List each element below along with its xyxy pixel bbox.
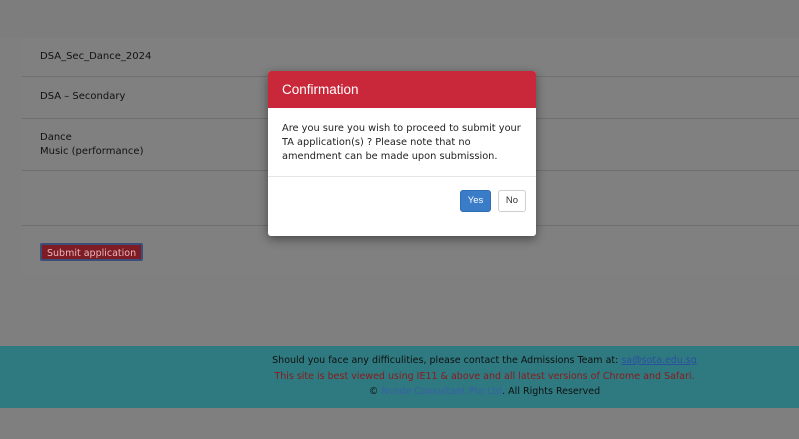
modal-body: Are you sure you wish to proceed to subm… [268, 108, 536, 177]
footer: Should you face any difficulities, pleas… [0, 346, 799, 408]
modal-message-line: TA application(s) ? Please note that no [282, 137, 471, 148]
contact-email-link[interactable]: sa@sota.edu.sg [621, 355, 697, 366]
page: DSA_Sec_Dance_2024 DSA – Secondary Dance… [0, 0, 799, 439]
top-band [0, 0, 799, 38]
browser-notice: This site is best viewed using IE11 & ab… [274, 371, 695, 382]
footer-contact-text: Should you face any difficulities, pleas… [272, 355, 622, 366]
no-button[interactable]: No [498, 190, 526, 212]
modal-message-line: Are you sure you wish to proceed to subm… [282, 123, 521, 134]
talent-area-item: Dance [40, 132, 72, 143]
modal-footer: Yes No [268, 177, 536, 235]
confirmation-modal: Confirmation Are you sure you wish to pr… [268, 71, 536, 236]
spacer [0, 274, 799, 346]
footer-copyright-line: © Ncode Consultant Pte Ltd. All Rights R… [0, 385, 799, 399]
modal-message-line: amendment can be made upon submission. [282, 151, 498, 162]
modal-title: Confirmation [268, 71, 536, 108]
scheme-code-value: DSA_Sec_Dance_2024 [40, 51, 152, 62]
submit-application-button[interactable]: Submit application [40, 243, 144, 261]
footer-contact-line: Should you face any difficulities, pleas… [0, 354, 799, 368]
rights-text: . All Rights Reserved [502, 386, 601, 397]
bottom-band [0, 408, 799, 439]
scheme-type-value: DSA – Secondary [40, 91, 126, 102]
yes-button[interactable]: Yes [460, 190, 491, 212]
company-name: Ncode Consultant Pte Ltd [381, 386, 503, 397]
talent-area-item: Music (performance) [40, 146, 144, 157]
copyright-symbol: © [368, 386, 379, 397]
